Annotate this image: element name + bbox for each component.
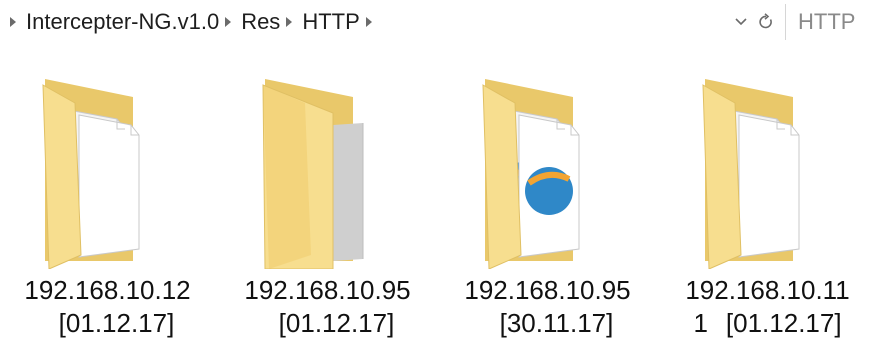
address-dropdown-button[interactable] [729,0,753,44]
folder-browser-files-icon [482,79,580,269]
folder-date-text: [01.12.17] [58,308,175,338]
breadcrumb-chevron-icon[interactable] [225,17,232,27]
folder-name: 192.168.10.11 [685,275,850,305]
folder-date-text: [30.11.17] [499,308,614,338]
breadcrumb-chevron-icon[interactable] [365,17,372,27]
folder-name: 192.168.10.95 [244,275,411,305]
chevron-down-icon [735,18,747,26]
breadcrumb-chevron-icon[interactable] [10,17,16,27]
folder-documents-icon [42,79,140,269]
folder-gray-file-icon [262,79,364,269]
folder-item[interactable]: 192.168.10.95 [01.12.17] [220,44,435,337]
search-input[interactable]: HTTP [785,4,878,40]
folder-item[interactable]: 192.168.10.95 [30.11.17] [440,44,655,337]
folder-name: 192.168.10.12 [24,275,191,305]
breadcrumb: Intercepter-NG.v1.0 Res HTTP [8,0,382,44]
folder-documents-icon [702,79,800,269]
refresh-icon [759,13,772,29]
refresh-button[interactable] [753,0,779,44]
breadcrumb-chevron-icon[interactable] [286,17,293,27]
breadcrumb-item[interactable]: Res [241,0,280,44]
folder-name: 192.168.10.95 [464,275,631,305]
folder-item[interactable]: 192.168.10.11 1 [01.12.17] [660,44,875,337]
folder-date-text: [01.12.17] [278,308,395,338]
folder-item[interactable]: 192.168.10.12 [01.12.17] [0,44,215,337]
breadcrumb-item[interactable]: Intercepter-NG.v1.0 [26,0,219,44]
address-bar[interactable]: Intercepter-NG.v1.0 Res HTTP HTTP [0,0,878,44]
folder-date-text: [01.12.17] [725,308,842,338]
breadcrumb-item[interactable]: HTTP [302,0,359,44]
file-view: 192.168.10.12 [01.12.17] 192.168.10.95 [… [0,44,878,337]
